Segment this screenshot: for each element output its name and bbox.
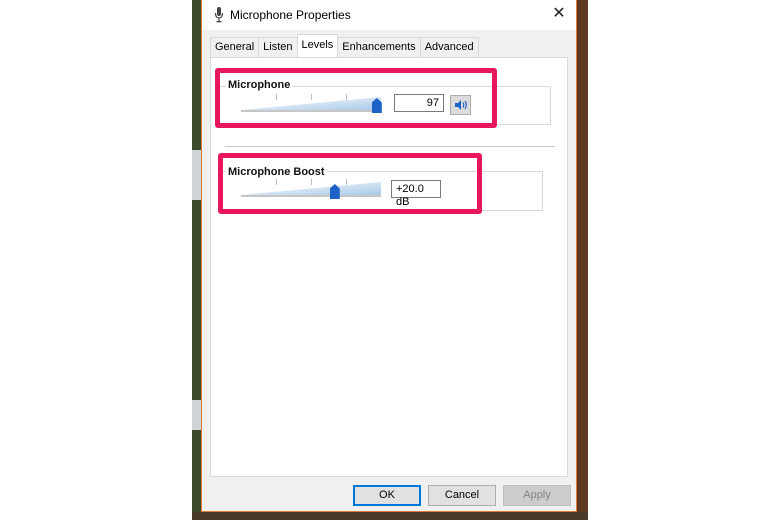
title-bar[interactable]: Microphone Properties ✕	[202, 0, 576, 30]
speaker-icon	[455, 100, 467, 110]
tab-advanced[interactable]: Advanced	[419, 37, 479, 57]
microphone-icon	[214, 7, 224, 23]
slider-tick	[276, 94, 277, 100]
levels-panel: Microphone 97 Microphone Boost +20.0 dB	[210, 57, 568, 477]
microphone-boost-value[interactable]: +20.0 dB	[391, 180, 441, 208]
apply-button[interactable]: Apply	[503, 485, 571, 506]
slider-tick	[346, 94, 347, 100]
boost-slider-base	[241, 195, 381, 197]
cancel-button[interactable]: Cancel	[428, 485, 496, 506]
background-taskbar-strip	[192, 512, 588, 520]
tab-strip: General Listen Levels Enhancements Advan…	[210, 34, 479, 57]
tab-enhancements[interactable]: Enhancements	[337, 37, 421, 57]
section-separator	[225, 146, 555, 147]
slider-tick	[346, 179, 347, 185]
tab-listen[interactable]: Listen	[258, 37, 298, 57]
tab-levels[interactable]: Levels	[296, 34, 339, 57]
microphone-label: Microphone	[226, 79, 293, 91]
slider-tick	[311, 94, 312, 100]
mute-button[interactable]	[450, 95, 471, 115]
ok-button[interactable]: OK	[353, 485, 421, 506]
microphone-level-value[interactable]: 97	[394, 94, 444, 112]
slider-tick	[311, 179, 312, 185]
slider-tick	[276, 179, 277, 185]
window-title: Microphone Properties	[230, 8, 351, 22]
microphone-group	[219, 86, 551, 125]
microphone-boost-label: Microphone Boost	[226, 166, 327, 178]
microphone-slider-base	[241, 110, 381, 112]
tab-general[interactable]: General	[210, 37, 260, 57]
close-button[interactable]: ✕	[548, 3, 570, 25]
microphone-properties-dialog: Microphone Properties ✕ General Listen L…	[201, 0, 577, 512]
